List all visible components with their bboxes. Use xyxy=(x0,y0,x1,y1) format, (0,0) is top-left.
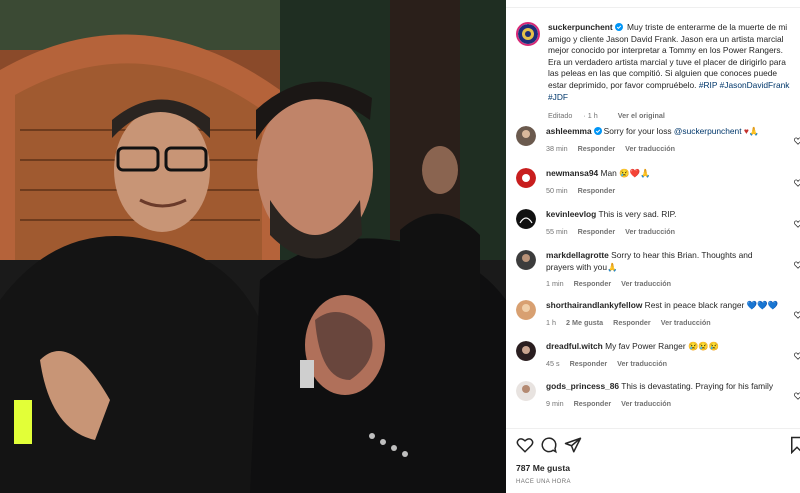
see-original-link[interactable]: Ver el original xyxy=(618,111,665,120)
reply-button[interactable]: Responder xyxy=(578,227,616,236)
comment-time: 9 min xyxy=(546,398,564,408)
comment-text: This is very sad. RIP. xyxy=(598,209,677,219)
verified-badge-icon xyxy=(593,127,602,135)
comment-time: 1 min xyxy=(546,279,564,289)
comment-item: newmansa94 Man 😢❤️🙏 50 min Responder xyxy=(516,168,800,196)
hashtag-rip[interactable]: #RIP xyxy=(699,80,717,90)
commenter-avatar[interactable] xyxy=(516,126,536,146)
comment-username[interactable]: markdellagrotte xyxy=(546,250,609,260)
reply-button[interactable]: Responder xyxy=(570,359,608,368)
like-comment-icon[interactable] xyxy=(794,132,800,145)
comment-username[interactable]: dreadful.witch xyxy=(546,341,603,351)
see-translation-link[interactable]: Ver traducción xyxy=(625,144,675,153)
actions-divider xyxy=(506,428,800,429)
see-translation-link[interactable]: Ver traducción xyxy=(621,279,671,288)
comment-bubble-icon[interactable] xyxy=(540,436,558,454)
comment-item: shorthairandlankyfellow Rest in peace bl… xyxy=(516,300,800,328)
post-timestamp: HACE UNA HORA xyxy=(516,479,571,485)
comment-username[interactable]: shorthairandlankyfellow xyxy=(546,300,642,310)
commenter-avatar[interactable] xyxy=(516,341,536,361)
like-comment-icon[interactable] xyxy=(794,174,800,187)
comment-item: kevinleevlog This is very sad. RIP. 55 m… xyxy=(516,209,800,237)
save-bookmark-icon[interactable] xyxy=(788,436,800,455)
like-comment-icon[interactable] xyxy=(794,215,800,228)
commenter-avatar[interactable] xyxy=(516,250,536,270)
reply-button[interactable]: Responder xyxy=(574,399,612,408)
comment-time: 1 h xyxy=(546,317,556,327)
commenter-avatar[interactable] xyxy=(516,168,536,188)
caption-body: suckerpunchent Muy triste de enterarme d… xyxy=(548,22,792,122)
comment-time: 38 min xyxy=(546,143,568,153)
comment-text: Sorry for your loss xyxy=(603,126,674,136)
comment-emoji: 💙💙💙 xyxy=(746,300,778,310)
comment-mention[interactable]: @suckerpunchent xyxy=(674,126,742,136)
like-count[interactable]: 787 Me gusta xyxy=(516,463,570,473)
comment-item: ashleemma Sorry for your loss @suckerpunc… xyxy=(516,126,800,154)
comment-emoji: 😢❤️🙏 xyxy=(619,168,651,178)
comment-username[interactable]: ashleemma xyxy=(546,126,592,136)
hashtag-jasondavidfrank[interactable]: #JasonDavidFrank xyxy=(720,80,790,90)
like-comment-icon[interactable] xyxy=(794,256,800,269)
comment-emoji: 😢😢😢 xyxy=(687,341,720,351)
caption-meta: Editado · 1 h Ver el original xyxy=(548,110,792,122)
author-avatar[interactable] xyxy=(516,22,540,46)
edited-label: Editado · 1 h xyxy=(548,111,598,121)
reply-button[interactable]: Responder xyxy=(574,279,612,288)
comment-likes[interactable]: 2 Me gusta xyxy=(566,318,603,327)
like-heart-icon[interactable] xyxy=(516,436,534,454)
reply-button[interactable]: Responder xyxy=(578,144,616,153)
comment-item: dreadful.witch My fav Power Ranger 😢😢😢 4… xyxy=(516,341,800,369)
see-translation-link[interactable]: Ver traducción xyxy=(617,359,667,368)
comment-item: markdellagrotte Sorry to hear this Brian… xyxy=(516,250,800,290)
comment-time: 50 min xyxy=(546,185,568,195)
author-username[interactable]: suckerpunchent xyxy=(548,22,613,32)
commenter-avatar[interactable] xyxy=(516,381,536,401)
see-translation-link[interactable]: Ver traducción xyxy=(661,318,711,327)
comment-text: My fav Power Ranger xyxy=(605,341,688,351)
post-side-panel: suckerpunchent Muy triste de enterarme d… xyxy=(506,0,800,493)
comment-time: 55 min xyxy=(546,226,568,236)
commenter-avatar[interactable] xyxy=(516,209,536,229)
like-comment-icon[interactable] xyxy=(794,387,800,400)
comment-emoji: 🙏 xyxy=(606,261,618,272)
comment-time: 45 s xyxy=(546,358,560,368)
comment-text: Man xyxy=(600,168,620,178)
see-translation-link[interactable]: Ver traducción xyxy=(625,227,675,236)
see-translation-link[interactable]: Ver traducción xyxy=(621,399,671,408)
comment-username[interactable]: gods_princess_86 xyxy=(546,381,619,391)
share-send-icon[interactable] xyxy=(564,436,582,454)
comment-username[interactable]: newmansa94 xyxy=(546,168,598,178)
comment-text: This is devastating. Praying for his fam… xyxy=(621,381,774,391)
hashtag-jdf[interactable]: #JDF xyxy=(548,92,568,102)
reply-button[interactable]: Responder xyxy=(613,318,651,327)
comment-item: gods_princess_86 This is devastating. Pr… xyxy=(516,381,800,409)
verified-badge-icon xyxy=(614,23,623,31)
top-divider xyxy=(506,0,800,8)
reply-button[interactable]: Responder xyxy=(578,186,616,195)
like-comment-icon[interactable] xyxy=(794,347,800,360)
comment-emoji: ♥🙏 xyxy=(743,126,760,136)
post-actions xyxy=(516,436,800,456)
post-image xyxy=(0,0,506,493)
comment-username[interactable]: kevinleevlog xyxy=(546,209,596,219)
post-caption: suckerpunchent Muy triste de enterarme d… xyxy=(516,22,800,122)
post-photo[interactable] xyxy=(0,0,506,493)
commenter-avatar[interactable] xyxy=(516,300,536,320)
like-comment-icon[interactable] xyxy=(794,306,800,319)
comment-text: Rest in peace black ranger xyxy=(644,300,747,310)
